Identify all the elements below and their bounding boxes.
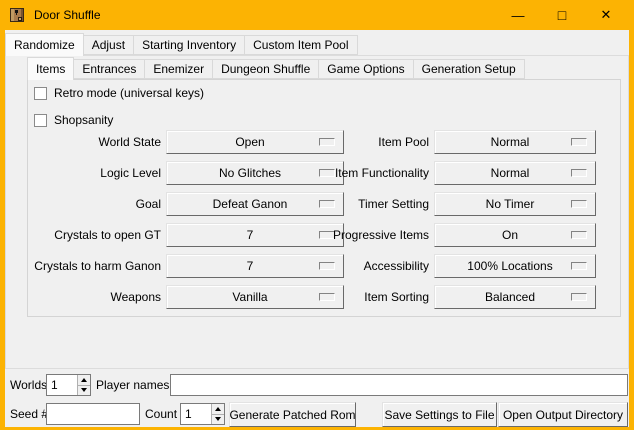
app-icon — [9, 7, 25, 23]
weapons-label: Weapons — [28, 285, 161, 309]
progressive-items-label: Progressive Items — [288, 223, 429, 247]
goal-label: Goal — [28, 192, 161, 216]
player-names-input[interactable] — [170, 374, 628, 396]
count-value: 1 — [181, 404, 211, 424]
menu-indicator-icon — [571, 293, 587, 301]
item-functionality-label: Item Functionality — [288, 161, 429, 185]
outer-tab-bar: Randomize Adjust Starting Inventory Cust… — [5, 33, 357, 56]
spin-up-icon[interactable] — [78, 375, 90, 385]
tab-randomize[interactable]: Randomize — [5, 33, 84, 56]
tab-generation-setup[interactable]: Generation Setup — [413, 59, 525, 79]
item-sorting-dropdown[interactable]: Balanced — [434, 285, 596, 309]
accessibility-dropdown[interactable]: 100% Locations — [434, 254, 596, 278]
count-stepper[interactable]: 1 — [180, 403, 225, 425]
item-pool-label: Item Pool — [288, 130, 429, 154]
tab-custom-item-pool[interactable]: Custom Item Pool — [244, 35, 357, 55]
worlds-stepper[interactable]: 1 — [46, 374, 91, 396]
count-stepper-buttons — [211, 404, 224, 424]
shopsanity-label: Shopsanity — [54, 113, 113, 127]
menu-indicator-icon — [571, 138, 587, 146]
seed-input[interactable] — [46, 403, 140, 425]
open-output-directory-button[interactable]: Open Output Directory — [498, 402, 628, 427]
item-pool-dropdown[interactable]: Normal — [434, 130, 596, 154]
tab-starting-inventory[interactable]: Starting Inventory — [133, 35, 245, 55]
progressive-items-dropdown[interactable]: On — [434, 223, 596, 247]
item-functionality-dropdown[interactable]: Normal — [434, 161, 596, 185]
shopsanity-checkbox[interactable] — [34, 114, 47, 127]
window-controls: — □ ✕ — [496, 0, 628, 30]
tab-enemizer[interactable]: Enemizer — [144, 59, 213, 79]
accessibility-label: Accessibility — [288, 254, 429, 278]
crystals-gt-label: Crystals to open GT — [28, 223, 161, 247]
window-title: Door Shuffle — [34, 8, 101, 22]
inner-tab-bar: Items Entrances Enemizer Dungeon Shuffle… — [27, 57, 524, 80]
crystals-ganon-label: Crystals to harm Ganon — [28, 254, 161, 278]
retro-mode-row: Retro mode (universal keys) — [34, 85, 204, 101]
menu-indicator-icon — [571, 231, 587, 239]
app-window: Door Shuffle — □ ✕ Randomize Adjust Star… — [0, 0, 634, 430]
tab-adjust[interactable]: Adjust — [83, 35, 134, 55]
spin-down-icon[interactable] — [212, 414, 224, 425]
menu-indicator-icon — [571, 200, 587, 208]
tab-entrances[interactable]: Entrances — [73, 59, 145, 79]
tab-items[interactable]: Items — [27, 57, 74, 80]
tab-dungeon-shuffle[interactable]: Dungeon Shuffle — [212, 59, 319, 79]
close-icon[interactable]: ✕ — [584, 0, 628, 30]
shopsanity-row: Shopsanity — [34, 112, 113, 128]
worlds-label: Worlds — [10, 374, 47, 396]
logic-level-label: Logic Level — [28, 161, 161, 185]
minimize-icon[interactable]: — — [496, 0, 540, 30]
world-state-label: World State — [28, 130, 161, 154]
generate-patched-rom-button[interactable]: Generate Patched Rom — [229, 402, 356, 427]
menu-indicator-icon — [571, 169, 587, 177]
titlebar[interactable]: Door Shuffle — □ ✕ — [0, 0, 634, 30]
menu-indicator-icon — [571, 262, 587, 270]
retro-mode-label: Retro mode (universal keys) — [54, 86, 204, 100]
player-names-label: Player names — [96, 374, 169, 396]
worlds-value: 1 — [47, 375, 77, 395]
tab-game-options[interactable]: Game Options — [318, 59, 413, 79]
count-label: Count — [145, 403, 177, 425]
worlds-stepper-buttons — [77, 375, 90, 395]
client-area: Randomize Adjust Starting Inventory Cust… — [5, 30, 629, 427]
items-pane: Retro mode (universal keys) Shopsanity W… — [27, 79, 621, 317]
spin-down-icon[interactable] — [78, 385, 90, 396]
timer-setting-dropdown[interactable]: No Timer — [434, 192, 596, 216]
maximize-icon[interactable]: □ — [540, 0, 584, 30]
spin-up-icon[interactable] — [212, 404, 224, 414]
timer-setting-label: Timer Setting — [288, 192, 429, 216]
item-sorting-label: Item Sorting — [288, 285, 429, 309]
seed-label: Seed # — [10, 403, 48, 425]
retro-mode-checkbox[interactable] — [34, 87, 47, 100]
save-settings-button[interactable]: Save Settings to File — [382, 402, 497, 427]
